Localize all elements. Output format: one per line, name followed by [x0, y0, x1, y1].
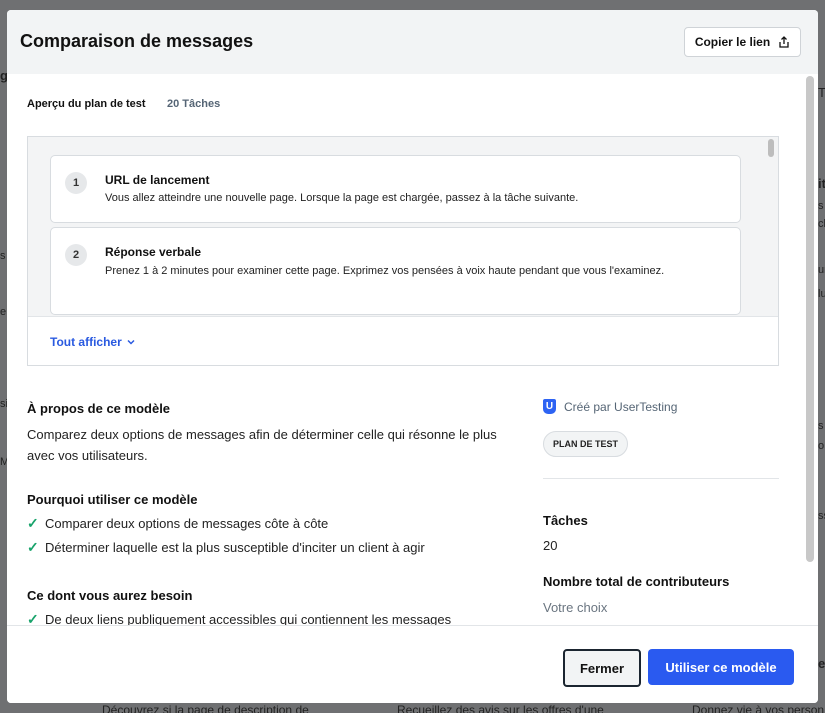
bg-fragment: o [818, 440, 825, 452]
test-plan-preview: 1 URL de lancement Vous allez atteindre … [27, 136, 779, 366]
contributors-value: Votre choix [543, 600, 608, 615]
show-all-link[interactable]: Tout afficher [50, 335, 136, 349]
tasks-value: 20 [543, 538, 558, 553]
why-item-text: Comparer deux options de messages côte à… [45, 516, 329, 531]
template-modal: Comparaison de messages Copier le lien A… [7, 10, 818, 703]
about-text: Comparez deux options de messages afin d… [27, 427, 497, 463]
tasks-label: Tâches [543, 513, 588, 528]
modal-footer: Fermer Utiliser ce modèle [7, 625, 818, 703]
modal-body[interactable]: Aperçu du plan de test 20 Tâches 1 URL d… [7, 74, 818, 625]
bg-fragment: es [818, 656, 825, 671]
modal-scrollbar[interactable] [805, 76, 815, 621]
bg-fragment: ur [818, 264, 825, 276]
chevron-down-icon [127, 339, 135, 345]
close-button[interactable]: Fermer [563, 649, 641, 687]
bg-card-text: Recueillez des avis sur les offres d'une [397, 703, 604, 713]
copy-link-button[interactable]: Copier le lien [684, 27, 801, 57]
bg-fragment: s [818, 420, 824, 432]
bg-fragment: e [0, 306, 7, 318]
task-number: 2 [65, 244, 87, 266]
task-number: 1 [65, 172, 87, 194]
contributors-label: Nombre total de contributeurs [543, 574, 730, 589]
bg-fragment: cli [818, 218, 825, 230]
why-item-text: Déterminer laquelle est la plus suscepti… [45, 540, 425, 555]
need-item-text: De deux liens publiquement accessibles q… [45, 612, 452, 625]
need-item: ✓ De deux liens publiquement accessibles… [27, 611, 451, 625]
bg-fragment: ss [818, 510, 825, 522]
why-title: Pourquoi utiliser ce modèle [27, 492, 198, 507]
task-title: URL de lancement [105, 173, 210, 187]
bg-fragment: s [0, 250, 6, 262]
share-icon [779, 36, 789, 48]
creator-info: U Créé par UserTesting [543, 399, 677, 414]
task-list-scroll-thumb[interactable] [768, 139, 774, 157]
usertesting-logo-icon: U [543, 399, 556, 414]
bg-card-text: Donnez vie à vos person [692, 703, 825, 713]
task-description: Prenez 1 à 2 minutes pour examiner cette… [105, 265, 665, 277]
task-card: 2 Réponse verbale Prenez 1 à 2 minutes p… [50, 227, 741, 315]
copy-link-label: Copier le lien [694, 35, 771, 49]
template-type-badge: PLAN DE TEST [543, 431, 629, 457]
modal-scroll-thumb[interactable] [806, 76, 814, 562]
task-card: 1 URL de lancement Vous allez atteindre … [50, 155, 741, 223]
show-all-label: Tout afficher [50, 335, 122, 349]
why-item: ✓ Déterminer laquelle est la plus suscep… [27, 539, 425, 556]
task-description: Vous allez atteindre une nouvelle page. … [105, 192, 579, 204]
bg-fragment: lu [818, 288, 825, 300]
divider [543, 478, 779, 479]
creator-text: Créé par UserTesting [564, 399, 678, 414]
about-title: À propos de ce modèle [27, 401, 171, 416]
use-template-button[interactable]: Utiliser ce modèle [648, 649, 794, 685]
task-list[interactable]: 1 URL de lancement Vous allez atteindre … [28, 137, 778, 317]
bg-card-text: Découvrez si la page de description de [102, 703, 309, 713]
need-title: Ce dont vous aurez besoin [27, 588, 193, 603]
task-title: Réponse verbale [105, 245, 202, 259]
checkmark-icon: ✓ [27, 515, 39, 531]
modal-title: Comparaison de messages [20, 31, 254, 51]
bg-fragment: s [818, 200, 824, 212]
bg-fragment: T [818, 85, 825, 100]
task-count: 20 Tâches [167, 98, 221, 110]
bg-fragment: its [818, 176, 825, 191]
modal-header: Comparaison de messages Copier le lien [7, 10, 818, 74]
overview-title: Aperçu du plan de test [27, 98, 146, 110]
task-list-scrollbar[interactable] [768, 139, 776, 315]
checkmark-icon: ✓ [27, 539, 39, 555]
why-item: ✓ Comparer deux options de messages côte… [27, 515, 328, 532]
checkmark-icon: ✓ [27, 611, 39, 625]
